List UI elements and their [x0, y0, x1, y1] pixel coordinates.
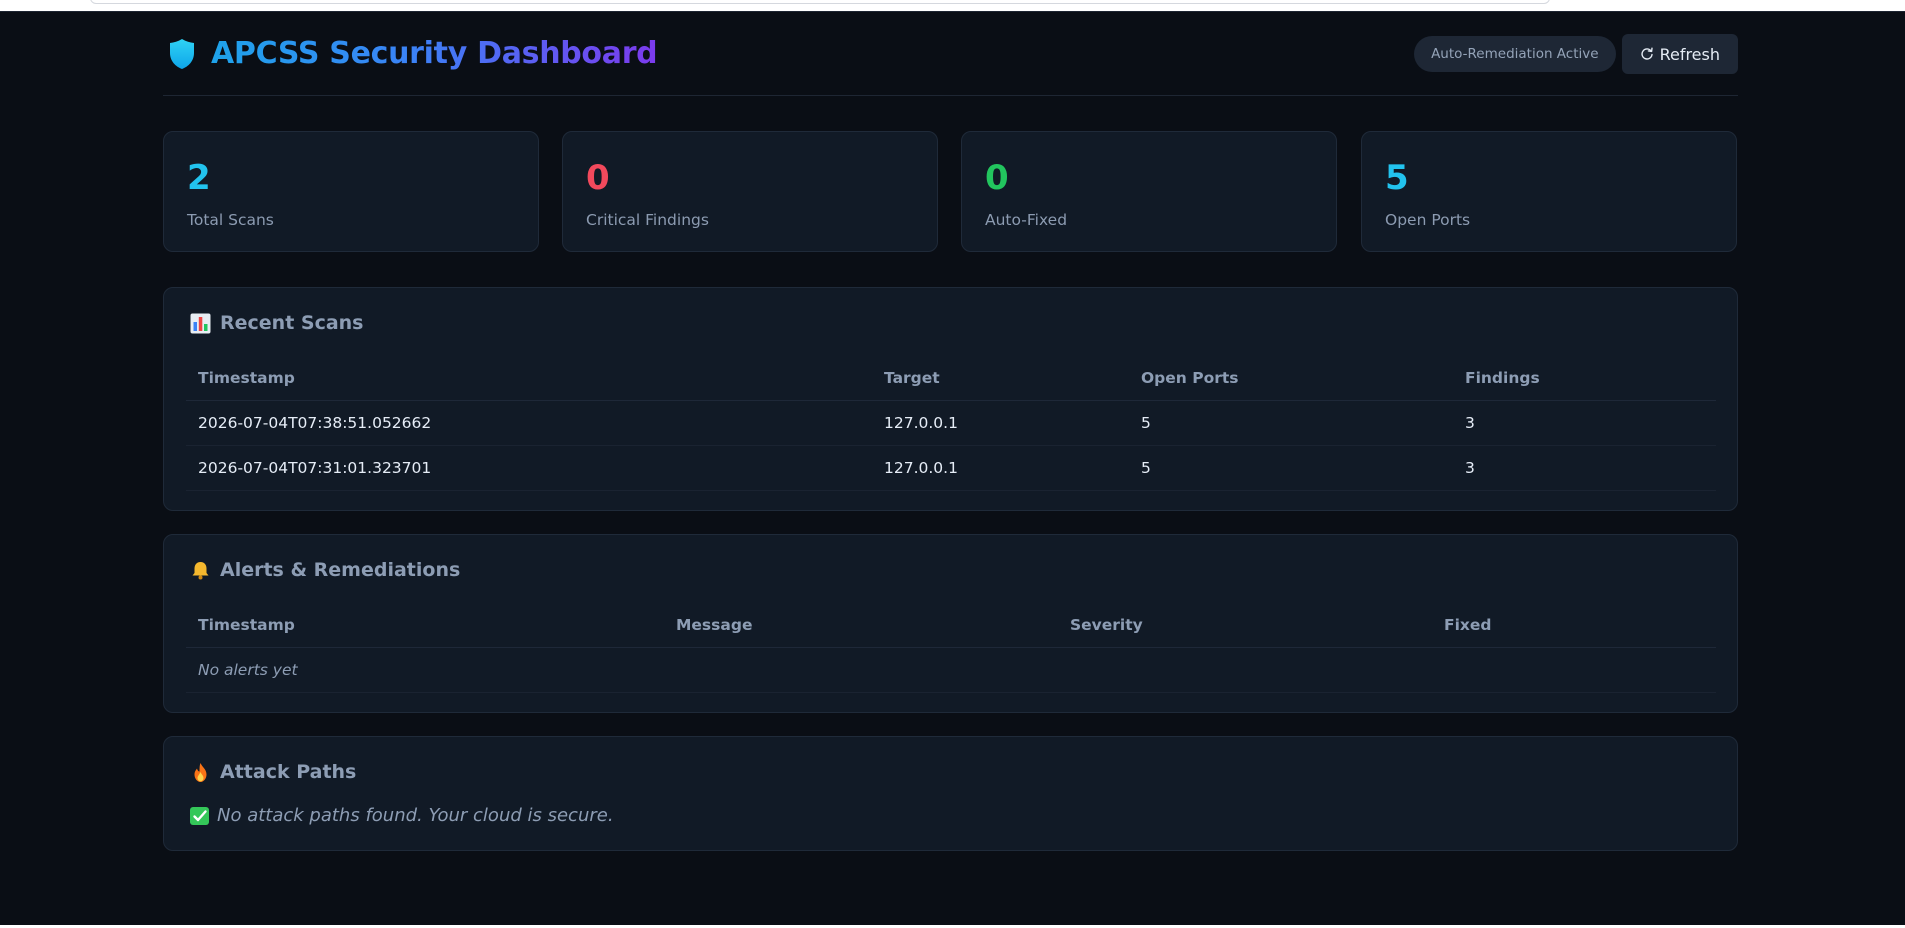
cell-timestamp: 2026-07-04T07:38:51.052662 — [186, 400, 872, 446]
stat-label: Critical Findings — [586, 211, 709, 229]
recent-scans-title-text: Recent Scans — [220, 312, 364, 334]
stats-row: 2 Total Scans 0 Critical Findings 0 Auto… — [163, 131, 1738, 252]
recent-scans-panel: Recent Scans Timestamp Target Open Ports… — [163, 287, 1738, 511]
column-header: Findings — [1453, 356, 1716, 401]
attack-paths-message-text: No attack paths found. Your cloud is sec… — [217, 805, 614, 826]
bar-chart-icon — [190, 313, 211, 333]
stat-card-open-ports: 5 Open Ports — [1361, 131, 1737, 252]
stat-card-total-scans: 2 Total Scans — [163, 131, 539, 252]
dashboard-header: APCSS Security Dashboard Auto-Remediatio… — [163, 12, 1738, 96]
stat-value: 2 — [187, 158, 211, 198]
cell-target: 127.0.0.1 — [872, 400, 1129, 446]
column-header: Open Ports — [1129, 356, 1453, 401]
stat-card-critical-findings: 0 Critical Findings — [562, 131, 938, 252]
column-header: Message — [664, 603, 1058, 648]
cell-timestamp: 2026-07-04T07:31:01.323701 — [186, 445, 872, 491]
stat-value: 0 — [586, 158, 610, 198]
column-header: Severity — [1058, 603, 1432, 648]
check-mark-icon — [190, 806, 209, 825]
table-header-row: Timestamp Target Open Ports Findings — [186, 356, 1716, 401]
attack-paths-message: No attack paths found. Your cloud is sec… — [190, 805, 614, 826]
table-row: 2026-07-04T07:31:01.323701 127.0.0.1 5 3 — [186, 445, 1716, 491]
recent-scans-title: Recent Scans — [190, 312, 364, 334]
table-row: No alerts yet — [186, 647, 1716, 693]
bell-icon — [192, 561, 209, 579]
shield-icon — [170, 38, 194, 69]
stat-label: Auto-Fixed — [985, 211, 1068, 229]
stat-value: 5 — [1385, 158, 1409, 198]
stat-card-auto-fixed: 0 Auto-Fixed — [961, 131, 1337, 252]
page-title: APCSS Security Dashboard — [211, 36, 658, 71]
cell-findings: 3 — [1453, 445, 1716, 491]
column-header: Target — [872, 356, 1129, 401]
dashboard-container: APCSS Security Dashboard Auto-Remediatio… — [163, 12, 1738, 851]
alerts-panel: Alerts & Remediations Timestamp Message … — [163, 534, 1738, 713]
alerts-title-text: Alerts & Remediations — [220, 559, 461, 581]
address-bar-edge — [90, 0, 1550, 4]
column-header: Timestamp — [186, 356, 872, 401]
column-header: Timestamp — [186, 603, 664, 648]
status-badge: Auto-Remediation Active — [1414, 36, 1616, 72]
header-actions: Auto-Remediation Active Refresh — [1414, 34, 1738, 74]
stat-value: 0 — [985, 158, 1009, 198]
fire-icon — [194, 762, 207, 782]
refresh-button[interactable]: Refresh — [1621, 34, 1738, 74]
cell-findings: 3 — [1453, 400, 1716, 446]
attack-paths-title-text: Attack Paths — [220, 761, 357, 783]
column-header: Fixed — [1432, 603, 1716, 648]
alerts-table: Timestamp Message Severity Fixed No aler… — [186, 603, 1716, 693]
table-header-row: Timestamp Message Severity Fixed — [186, 603, 1716, 648]
stat-label: Total Scans — [187, 211, 274, 229]
alerts-title: Alerts & Remediations — [190, 559, 460, 581]
cell-target: 127.0.0.1 — [872, 445, 1129, 491]
empty-state: No alerts yet — [186, 647, 1716, 693]
cell-open-ports: 5 — [1129, 445, 1453, 491]
attack-paths-title: Attack Paths — [190, 761, 356, 783]
brand: APCSS Security Dashboard — [169, 36, 658, 71]
cell-open-ports: 5 — [1129, 400, 1453, 446]
refresh-label: Refresh — [1659, 44, 1720, 64]
attack-paths-panel: Attack Paths No attack paths found. Your… — [163, 736, 1738, 851]
refresh-icon — [1640, 47, 1653, 60]
stat-label: Open Ports — [1385, 211, 1471, 229]
dashboard-app: APCSS Security Dashboard Auto-Remediatio… — [0, 11, 1905, 925]
recent-scans-table: Timestamp Target Open Ports Findings 202… — [186, 356, 1716, 491]
table-row: 2026-07-04T07:38:51.052662 127.0.0.1 5 3 — [186, 400, 1716, 446]
